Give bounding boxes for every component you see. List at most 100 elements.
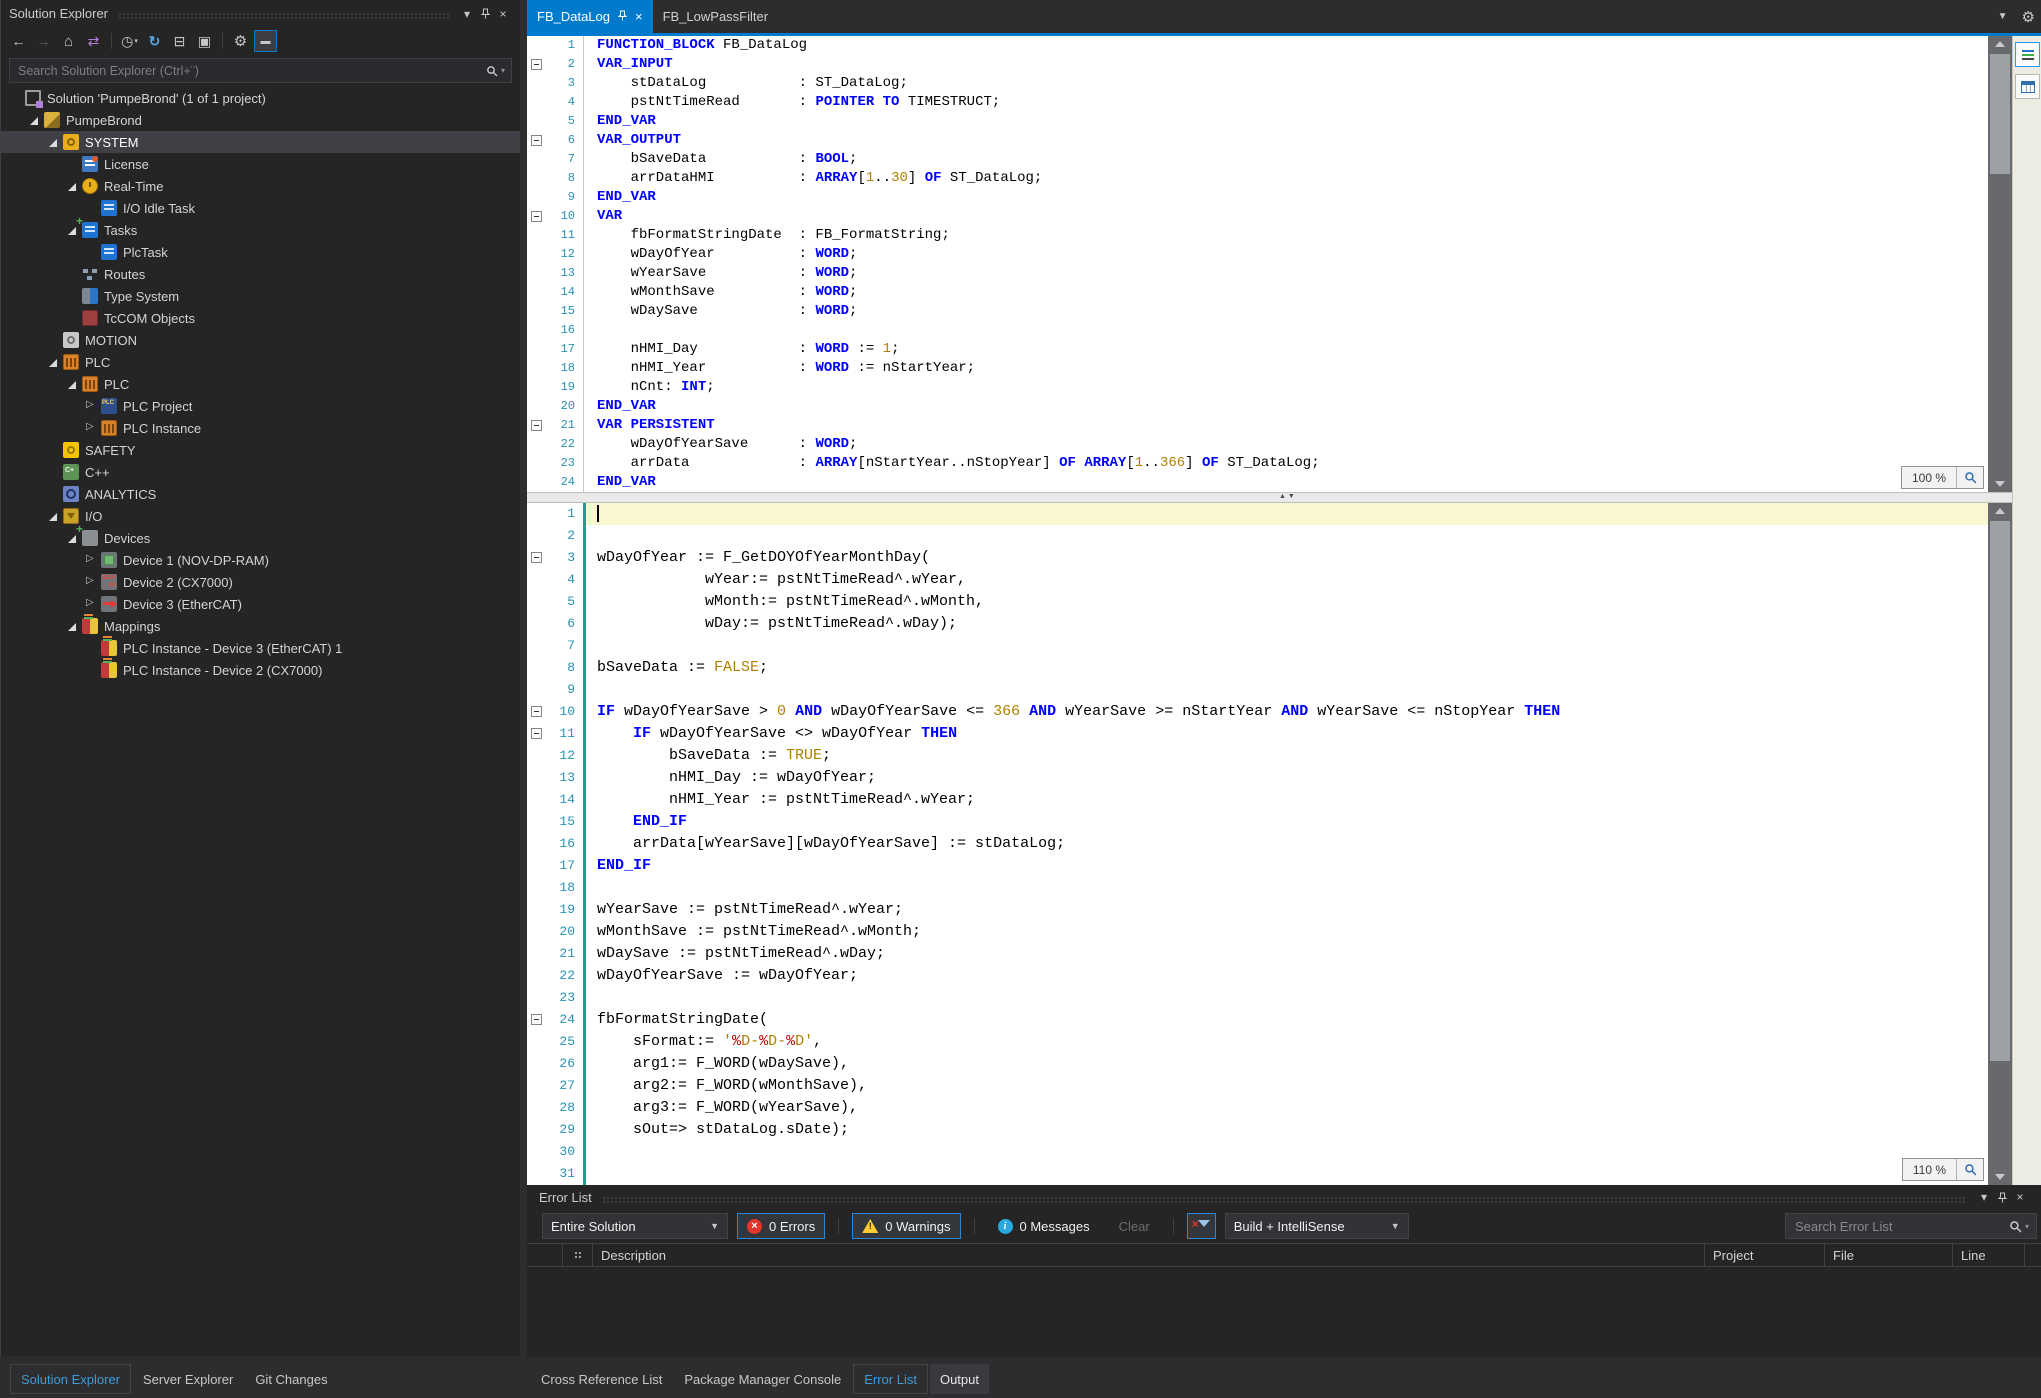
code-line[interactable]: 25 sFormat:= '%D-%D-%D',	[527, 1031, 1988, 1053]
error-list-body[interactable]	[527, 1267, 2041, 1355]
code-line[interactable]: 19 nCnt: INT;	[527, 378, 1988, 397]
code-text[interactable]: wYearSave : WORD;	[583, 264, 1988, 283]
code-text[interactable]: VAR PERSISTENT	[583, 416, 1988, 435]
bottom-tab-output[interactable]: Output	[929, 1364, 989, 1394]
splitter-arrows-icon[interactable]: ▲▼	[1279, 493, 1297, 500]
code-text[interactable]: stDataLog : ST_DataLog;	[583, 74, 1988, 93]
zoom-level[interactable]: 110 %	[1903, 1159, 1957, 1180]
code-text[interactable]	[583, 679, 1988, 701]
code-line[interactable]: 31	[527, 1163, 1988, 1185]
tree-item-plc-project[interactable]: PLC Project	[1, 395, 520, 417]
magnifier-icon[interactable]	[1957, 1159, 1983, 1180]
pin-icon[interactable]	[1993, 1188, 2011, 1206]
code-text[interactable]: END_VAR	[583, 473, 1988, 492]
code-line[interactable]: 29 sOut=> stDataLog.sDate);	[527, 1119, 1988, 1141]
code-text[interactable]: wMonthSave : WORD;	[583, 283, 1988, 302]
code-line[interactable]: 28 arg3:= F_WORD(wYearSave),	[527, 1097, 1988, 1119]
collapse-all-icon[interactable]	[168, 30, 191, 52]
code-line[interactable]: 22 wDayOfYearSave : WORD;	[527, 435, 1988, 454]
code-line[interactable]: 4 pstNtTimeRead : POINTER TO TIMESTRUCT;	[527, 93, 1988, 112]
code-text[interactable]	[583, 525, 1988, 547]
implementation-editor[interactable]: 1 2 3 wDayOfYear := F_GetDOYOfYearMonthDay(…	[527, 503, 1988, 1185]
column-line[interactable]: Line	[1953, 1244, 2025, 1266]
chevron-down-icon[interactable]: ▾	[2025, 1222, 2029, 1231]
chevron-down-icon[interactable]: ▼	[1998, 11, 2008, 22]
code-text[interactable]: END_VAR	[583, 397, 1988, 416]
tree-item-device-3-ethercat[interactable]: Device 3 (EtherCAT)	[1, 593, 520, 615]
code-line[interactable]: 4 wYear:= pstNtTimeRead^.wYear,	[527, 569, 1988, 591]
tree-item-system[interactable]: SYSTEM	[1, 131, 520, 153]
code-text[interactable]: wDayOfYearSave := wDayOfYear;	[583, 965, 1988, 987]
code-line[interactable]: 1	[527, 503, 1988, 525]
fold-marker-icon[interactable]	[527, 207, 547, 226]
chevron-down-icon[interactable]: ▾	[458, 5, 476, 23]
code-text[interactable]	[583, 635, 1988, 657]
code-text[interactable]: wDaySave := pstNtTimeRead^.wDay;	[583, 943, 1988, 965]
tree-item-plc-instance-device-3-ethercat-1[interactable]: PLC Instance - Device 3 (EtherCAT) 1	[1, 636, 520, 659]
tree-item-tasks[interactable]: Tasks	[1, 214, 520, 241]
expander-icon[interactable]	[64, 178, 80, 194]
expander-icon[interactable]	[64, 618, 80, 634]
expander-icon[interactable]	[45, 134, 61, 150]
warnings-filter-button[interactable]: 0 Warnings	[852, 1213, 961, 1239]
errors-filter-button[interactable]: 0 Errors	[737, 1213, 826, 1239]
code-line[interactable]: 30	[527, 1141, 1988, 1163]
pending-changes-filter-icon[interactable]	[118, 30, 141, 52]
code-line[interactable]: 8 bSaveData := FALSE;	[527, 657, 1988, 679]
code-text[interactable]: wMonthSave := pstNtTimeRead^.wMonth;	[583, 921, 1988, 943]
code-text[interactable]: arrData[wYearSave][wDayOfYearSave] := st…	[583, 833, 1988, 855]
code-text[interactable]: VAR_OUTPUT	[583, 131, 1988, 150]
scope-selector[interactable]: Entire Solution ▼	[542, 1213, 728, 1239]
scroll-up-icon[interactable]	[1988, 503, 2012, 519]
editor-splitter[interactable]: ▲▼	[527, 492, 2041, 503]
tree-item-plc[interactable]: PLC	[1, 373, 520, 395]
code-line[interactable]: 5 END_VAR	[527, 112, 1988, 131]
declaration-scrollbar[interactable]	[1988, 36, 2012, 492]
close-icon[interactable]: ×	[2011, 1188, 2029, 1206]
bottom-tab-package-manager-console[interactable]: Package Manager Console	[674, 1364, 851, 1394]
code-line[interactable]: 23	[527, 987, 1988, 1009]
code-line[interactable]: 16	[527, 321, 1988, 340]
scrollbar-thumb[interactable]	[1990, 521, 2010, 1061]
implementation-scrollbar[interactable]	[1988, 503, 2012, 1185]
code-text[interactable]: sFormat:= '%D-%D-%D',	[583, 1031, 1988, 1053]
error-search-box[interactable]: ▾	[1785, 1213, 2037, 1239]
declaration-editor[interactable]: 1 FUNCTION_BLOCK FB_DataLog 2 VAR_INPUT 3 st…	[527, 36, 1988, 492]
code-text[interactable]	[583, 1141, 1988, 1163]
tree-item-devices[interactable]: Devices	[1, 522, 520, 549]
tree-item-license[interactable]: License	[1, 153, 520, 175]
code-line[interactable]: 22 wDayOfYearSave := wDayOfYear;	[527, 965, 1988, 987]
code-text[interactable]: nHMI_Day : WORD := 1;	[583, 340, 1988, 359]
code-line[interactable]: 24 fbFormatStringDate(	[527, 1009, 1988, 1031]
tree-item-plc-instance-device-2-cx7000[interactable]: PLC Instance - Device 2 (CX7000)	[1, 658, 520, 681]
build-filter-selector[interactable]: Build + IntelliSense ▼	[1224, 1213, 1409, 1239]
tree-item-plc-instance[interactable]: PLC Instance	[1, 417, 520, 439]
code-text[interactable]: arg2:= F_WORD(wMonthSave),	[583, 1075, 1988, 1097]
code-line[interactable]: 10 VAR	[527, 207, 1988, 226]
code-line[interactable]: 14 wMonthSave : WORD;	[527, 283, 1988, 302]
home-icon[interactable]	[57, 30, 80, 52]
code-text[interactable]: pstNtTimeRead : POINTER TO TIMESTRUCT;	[583, 93, 1988, 112]
code-line[interactable]: 11 fbFormatStringDate : FB_FormatString;	[527, 226, 1988, 245]
tree-item-c[interactable]: C++	[1, 461, 520, 483]
code-text[interactable]	[583, 321, 1988, 340]
code-text[interactable]: nHMI_Year : WORD := nStartYear;	[583, 359, 1988, 378]
code-line[interactable]: 21 wDaySave := pstNtTimeRead^.wDay;	[527, 943, 1988, 965]
code-line[interactable]: 23 arrData : ARRAY[nStartYear..nStopYear…	[527, 454, 1988, 473]
column-description[interactable]: Description	[593, 1244, 1705, 1266]
edit-project-icon[interactable]	[229, 30, 252, 52]
code-text[interactable]: FUNCTION_BLOCK FB_DataLog	[583, 36, 1988, 55]
tab-fb-lowpassfilter[interactable]: FB_LowPassFilter	[653, 0, 778, 33]
code-text[interactable]: wMonth:= pstNtTimeRead^.wMonth,	[583, 591, 1988, 613]
tree-item-pumpebrond[interactable]: PumpeBrond	[1, 109, 520, 131]
fold-marker-icon[interactable]	[527, 547, 547, 569]
sync-with-active-document-icon[interactable]	[82, 30, 105, 52]
code-line[interactable]: 15 END_IF	[527, 811, 1988, 833]
code-text[interactable]: VAR	[583, 207, 1988, 226]
chevron-down-icon[interactable]: ▾	[1975, 1188, 1993, 1206]
tree-item-mappings[interactable]: Mappings	[1, 614, 520, 637]
scroll-down-icon[interactable]	[1988, 476, 2012, 492]
code-line[interactable]: 5 wMonth:= pstNtTimeRead^.wMonth,	[527, 591, 1988, 613]
pin-icon[interactable]	[617, 9, 628, 24]
tree-item-routes[interactable]: Routes	[1, 263, 520, 285]
